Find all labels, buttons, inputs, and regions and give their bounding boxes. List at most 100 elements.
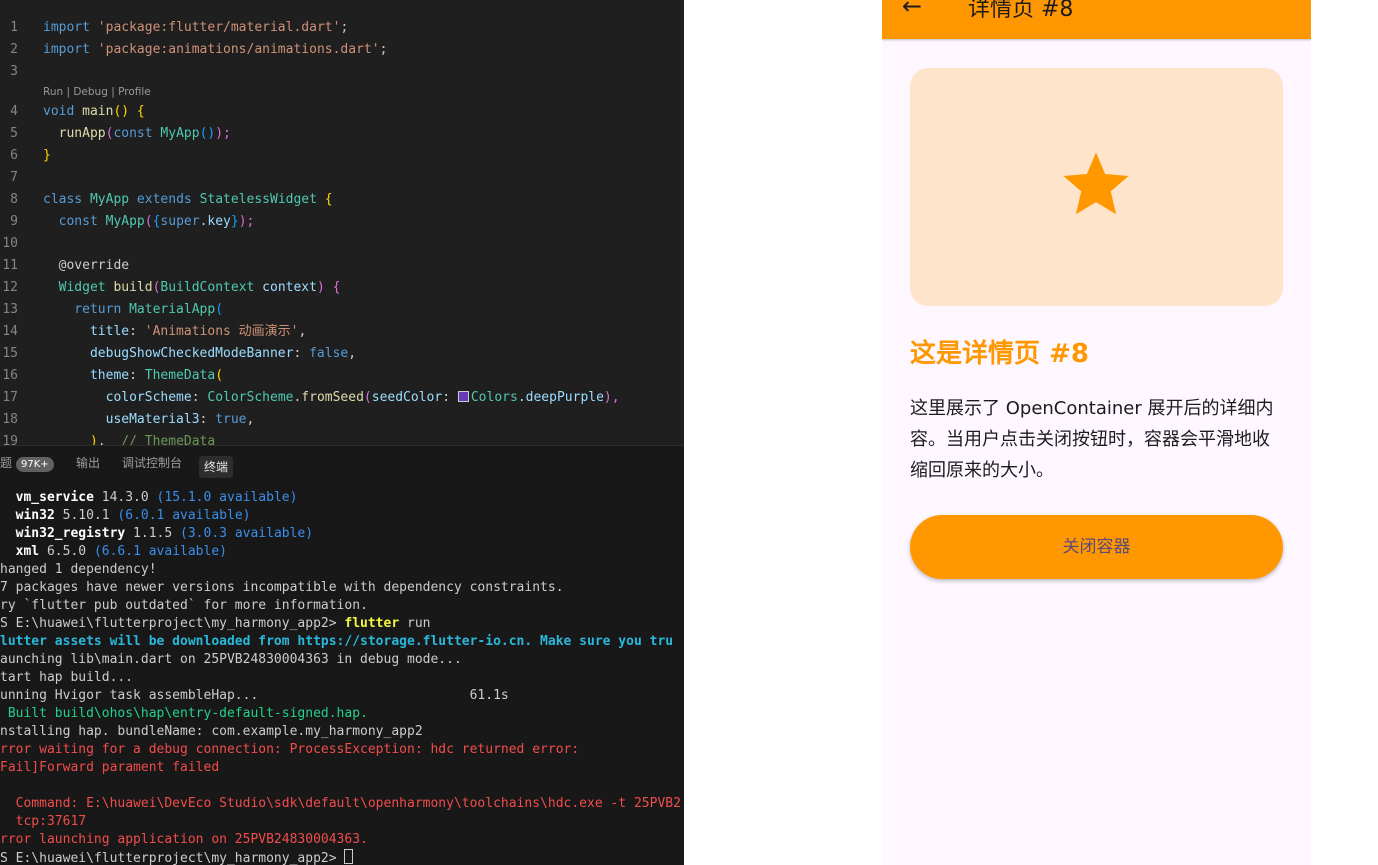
problems-count-badge: 97K+ [16,457,54,472]
code-line[interactable]: 17 colorScheme: ColorScheme.fromSeed(see… [0,387,684,409]
arrow-back-icon[interactable]: ← [902,0,922,20]
punctuation: ; [379,42,388,57]
punctuation: , [298,324,307,339]
code-line[interactable]: 11 @override [0,255,684,277]
punctuation: : [129,324,145,339]
line-number: 18 [2,412,18,427]
punctuation: , [97,434,122,445]
line-number: 3 [10,64,18,79]
code-editor[interactable]: 1 import 'package:flutter/material.dart';… [0,0,684,445]
line-number: 8 [10,192,18,207]
detail-heading: 这是详情页 #8 [910,339,1089,369]
line-number: 5 [10,126,18,141]
line-number: 10 [2,236,18,251]
tab-problems-label: 题 [0,456,13,470]
string-literal: 'package:animations/animations.dart' [97,42,380,57]
close-container-button[interactable]: 关闭容器 [910,515,1283,579]
code-line[interactable]: 5 runApp(const MyApp()); [0,123,684,145]
punctuation: ; [340,20,349,35]
tab-problems[interactable]: 题 97K+ [0,454,54,472]
string-literal: 'package:flutter/material.dart' [97,20,341,35]
code-line[interactable]: 2 import 'package:animations/animations.d… [0,39,684,61]
punctuation: : [199,412,216,427]
punctuation: : [129,368,145,383]
function-name: build [113,280,153,295]
tab-output[interactable]: 输出 [76,454,100,472]
code-line[interactable]: 14 title: 'Animations 动画演示', [0,321,684,343]
line-number: 13 [2,302,18,317]
punctuation: : [191,390,208,405]
code-line[interactable]: 16 theme: ThemeData( [0,365,684,387]
terminal-line: ry `flutter pub outdated` for more infor… [0,598,368,613]
keyword: const [113,126,161,141]
bracket: ( [215,368,224,383]
terminal-line: lutter assets will be downloaded from ht… [0,634,674,649]
code-line[interactable]: 10 [0,233,684,255]
code-line[interactable]: 1 import 'package:flutter/material.dart'; [0,17,684,39]
keyword: void [43,104,83,119]
type-name: ColorScheme [207,390,294,405]
property: .deepPurple [517,390,604,405]
annotation: @override [43,258,130,273]
property: .key [199,214,231,229]
code-line[interactable]: 7 [0,167,684,189]
bracket: ) [89,434,98,445]
bracket: ( [144,214,153,229]
code-line[interactable]: 9 const MyApp({super.key}); [0,211,684,233]
star-icon [1063,152,1129,215]
code-line[interactable]: 6} [0,145,684,167]
terminal-line: win32 5.10.1 (6.0.1 available) [0,508,251,523]
code-line[interactable]: 15 debugShowCheckedModeBanner: false, [0,343,684,365]
line-number: 12 [2,280,18,295]
bottom-panel: 题 97K+ 输出 调试控制台 终端 vm_service 14.3.0 (15.… [0,445,684,865]
line-number: 14 [2,324,18,339]
code-line[interactable]: 12 Widget build(BuildContext context) { [0,277,684,299]
bracket: { [316,192,333,207]
type-name: Widget [43,280,114,295]
panel-tabs: 题 97K+ 输出 调试控制台 终端 [0,446,684,480]
keyword-import: import [43,20,98,35]
punctuation: : [442,390,458,405]
property: colorScheme [43,390,192,405]
code-line[interactable]: 13 return MaterialApp( [0,299,684,321]
keyword: true [215,412,247,427]
tab-terminal[interactable]: 终端 [199,456,234,478]
color-swatch-icon[interactable] [457,391,469,402]
code-line[interactable]: 18 useMaterial3: true, [0,409,684,431]
property: debugShowCheckedModeBanner [43,346,294,361]
codelens[interactable]: Run | Debug | Profile [0,83,684,101]
line-number: 17 [2,390,18,405]
line-number: 6 [10,148,18,163]
codelens-run-debug-profile[interactable]: Run | Debug | Profile [43,83,151,101]
terminal-line: nstalling hap. bundleName: com.example.m… [0,724,423,739]
terminal-line: 7 packages have newer versions incompati… [0,580,564,595]
terminal-output[interactable]: vm_service 14.3.0 (15.1.0 available) win… [0,489,684,865]
terminal-line: tcp:37617 [0,814,87,829]
terminal-line: rror launching application on 25PVB24830… [0,832,368,847]
terminal-line: win32_registry 1.1.5 (3.0.3 available) [0,526,314,541]
punctuation: : [293,346,310,361]
punctuation: , [348,346,357,361]
line-number: 19 [2,434,18,445]
line-number: 7 [10,170,18,185]
keyword: return [43,302,130,317]
line-number: 11 [2,258,18,273]
bracket: ) [316,280,333,295]
bracket: { [129,104,145,119]
code-line[interactable]: 3 [0,61,684,83]
code-line[interactable]: 4 void main() { [0,101,684,123]
line-number: 15 [2,346,18,361]
line-number: 1 [10,20,18,35]
string-literal: 'Animations 动画演示' [144,324,299,339]
tab-debug-console[interactable]: 调试控制台 [122,454,182,472]
terminal-line: Built build\ohos\hap\entry-default-signe… [0,706,368,721]
terminal-prompt[interactable]: S E:\huawei\flutterproject\my_harmony_ap… [0,849,684,865]
type-name: ThemeData [144,368,216,383]
type-name: MaterialApp [129,302,216,317]
code-line[interactable]: 8 class MyApp extends StatelessWidget { [0,189,684,211]
terminal-line: Fail]Forward parament failed [0,760,220,775]
code-lines: 1 import 'package:flutter/material.dart';… [0,17,684,445]
code-line[interactable]: 19 ), // ThemeData [0,431,684,445]
bracket: () [199,126,216,141]
